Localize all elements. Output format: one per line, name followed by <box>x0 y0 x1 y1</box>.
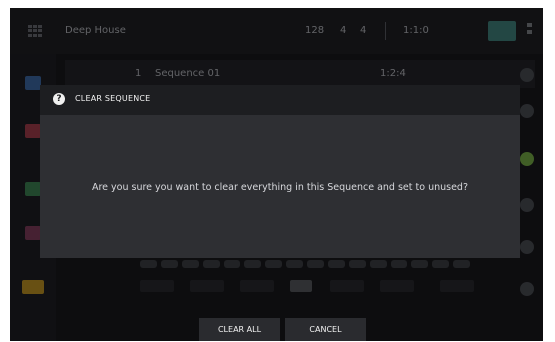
bottom-tab[interactable] <box>330 280 364 292</box>
grid-menu-icon[interactable] <box>28 25 42 37</box>
play-icon[interactable] <box>520 152 534 166</box>
bottom-tab[interactable] <box>290 280 312 292</box>
record-icon[interactable] <box>25 124 41 138</box>
time-signature: 4 <box>340 25 347 36</box>
mixer-icon[interactable] <box>25 182 41 196</box>
bottom-tab[interactable] <box>190 280 224 292</box>
help-icon[interactable]: ? <box>53 93 65 105</box>
clear-sequence-dialog: ? CLEAR SEQUENCE Are you sure you want t… <box>40 85 520 258</box>
more-menu-icon[interactable] <box>527 23 532 41</box>
top-bar: Deep House 128 4 4 1:1:0 <box>10 8 543 54</box>
dialog-title: CLEAR SEQUENCE <box>75 94 151 103</box>
sequence-name[interactable]: Sequence 01 <box>155 68 220 79</box>
cancel-button[interactable]: CANCEL <box>285 318 366 341</box>
program-icon[interactable] <box>25 226 41 240</box>
sequence-index: 1 <box>135 68 142 79</box>
bottom-tab[interactable] <box>240 280 274 292</box>
browser-icon[interactable] <box>25 76 41 90</box>
sequence-bars: 1:2:4 <box>380 68 406 79</box>
edit-icon[interactable] <box>520 68 534 82</box>
sequence-number: 4 <box>360 25 367 36</box>
mode-button[interactable] <box>488 21 516 41</box>
pencil-icon[interactable] <box>520 198 534 212</box>
copy-icon[interactable] <box>520 240 534 254</box>
clear-all-button[interactable]: CLEAR ALL <box>199 318 280 341</box>
bottom-tab[interactable] <box>440 280 474 292</box>
bpm-display[interactable]: 128 <box>305 25 324 36</box>
app-screen: Deep House 128 4 4 1:1:0 1 Sequence 01 1… <box>10 8 543 341</box>
undo-icon[interactable] <box>520 104 534 118</box>
bottom-tab-strip <box>140 280 500 294</box>
folder-icon[interactable] <box>22 280 44 294</box>
bottom-tab[interactable] <box>140 280 174 292</box>
project-name[interactable]: Deep House <box>65 25 126 36</box>
settings-icon[interactable] <box>520 282 534 296</box>
step-indicators <box>140 260 470 268</box>
dialog-message: Are you sure you want to clear everythin… <box>91 182 469 193</box>
dialog-header: ? CLEAR SEQUENCE <box>40 85 520 115</box>
position-display: 1:1:0 <box>403 25 429 36</box>
header-divider <box>385 22 386 40</box>
bottom-tab[interactable] <box>380 280 414 292</box>
